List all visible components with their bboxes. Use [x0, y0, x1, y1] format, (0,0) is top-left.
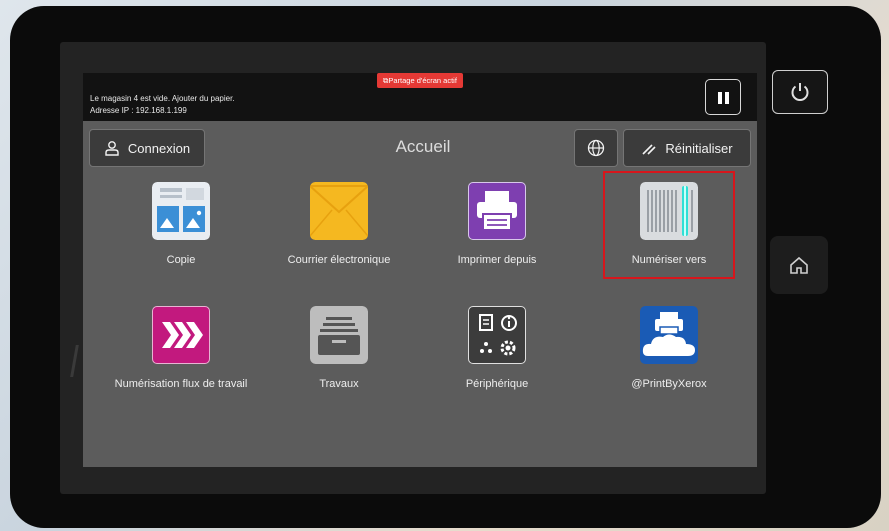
app-label: Copie	[166, 254, 196, 266]
pause-icon	[718, 92, 722, 104]
login-button[interactable]: Connexion	[89, 129, 205, 167]
workflow-chevrons-icon	[152, 306, 210, 364]
printer-icon	[468, 182, 526, 240]
app-tile-workflow-scan[interactable]: Numérisation flux de travail	[101, 306, 261, 426]
jobs-tray-icon	[310, 306, 368, 364]
status-message: Le magasin 4 est vide. Ajouter du papier…	[90, 93, 235, 117]
toolbar: Connexion Accueil Réinitialiser	[83, 121, 757, 173]
app-label: @PrintByXerox	[631, 378, 707, 390]
reset-button[interactable]: Réinitialiser	[623, 129, 751, 167]
app-label: Courrier électronique	[287, 254, 391, 266]
reset-label: Réinitialiser	[665, 140, 733, 156]
paper-tray-message: Le magasin 4 est vide. Ajouter du papier…	[90, 94, 235, 103]
app-tile-printbyxerox[interactable]: @PrintByXerox	[589, 306, 749, 426]
home-icon	[790, 256, 808, 274]
app-label: Imprimer depuis	[457, 254, 537, 266]
pause-icon-bar	[725, 92, 729, 104]
globe-icon	[587, 139, 605, 157]
home-button[interactable]	[770, 236, 828, 294]
touch-screen: ⧉Partage d'écran actif Le magasin 4 est …	[83, 73, 757, 467]
copy-icon	[152, 182, 210, 240]
power-button[interactable]	[772, 70, 828, 114]
cloud-print-icon	[640, 306, 698, 364]
app-tile-copie[interactable]: Copie	[101, 182, 261, 302]
app-label: Périphérique	[465, 378, 529, 390]
ip-address: Adresse IP : 192.168.1.199	[90, 106, 187, 115]
app-label: Numérisation flux de travail	[114, 378, 248, 390]
app-tile-jobs[interactable]: Travaux	[259, 306, 419, 426]
app-tile-email[interactable]: Courrier électronique	[259, 182, 419, 302]
language-button[interactable]	[574, 129, 618, 167]
reset-slash-icon	[642, 144, 656, 155]
device-settings-icon	[468, 306, 526, 364]
login-label: Connexion	[127, 140, 191, 156]
app-tile-print-from[interactable]: Imprimer depuis	[417, 182, 577, 302]
power-icon	[791, 83, 809, 101]
pause-button[interactable]	[705, 79, 741, 115]
status-bar: ⧉Partage d'écran actif Le magasin 4 est …	[83, 73, 757, 121]
app-tile-device[interactable]: Périphérique	[417, 306, 577, 426]
envelope-icon	[310, 182, 368, 240]
app-label: Travaux	[319, 378, 359, 390]
scan-to-highlight-box	[603, 171, 735, 279]
page-title: Accueil	[395, 137, 451, 156]
user-icon	[105, 141, 119, 156]
screen-share-badge: ⧉Partage d'écran actif	[377, 73, 463, 88]
